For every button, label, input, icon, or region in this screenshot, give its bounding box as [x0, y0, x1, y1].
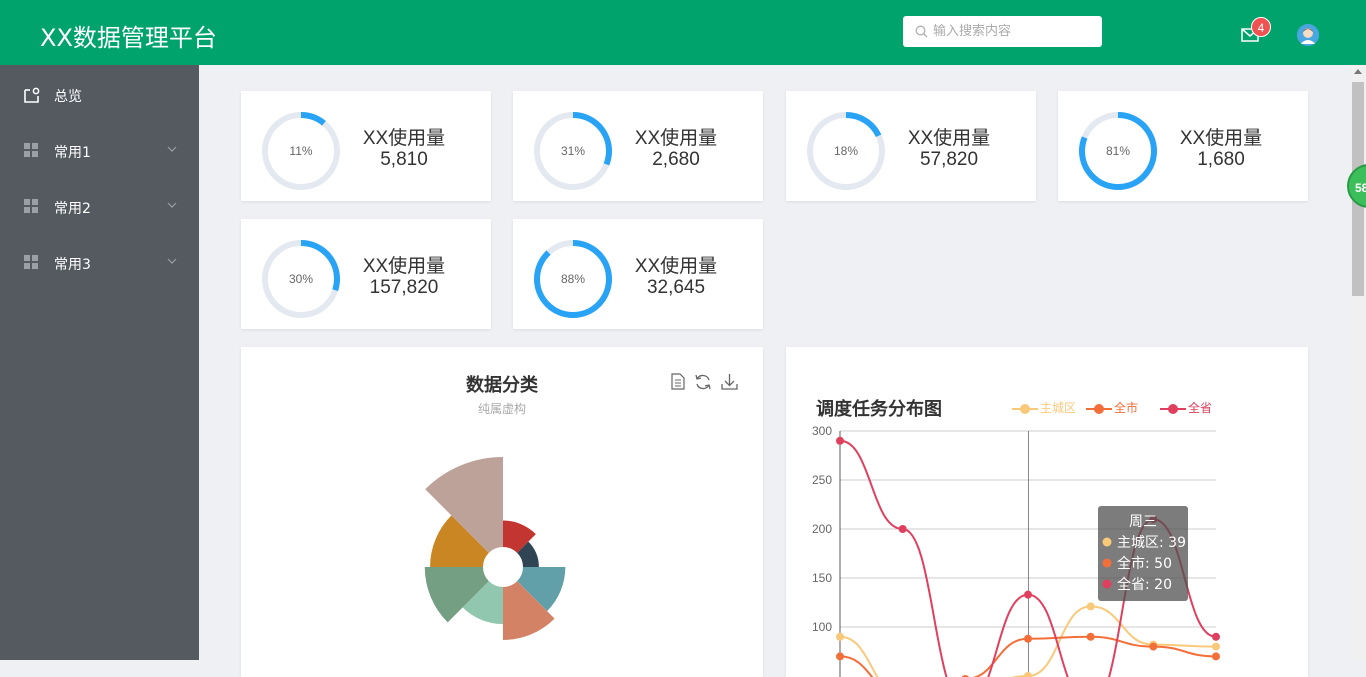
- notification-badge: 4: [1251, 17, 1271, 37]
- stat-card: 88% XX使用量 32,645: [513, 219, 763, 329]
- stat-title: XX使用量: [362, 256, 446, 277]
- stat-value: 5,810: [380, 149, 428, 170]
- search-box[interactable]: [903, 16, 1102, 47]
- y-tick-label: 100: [812, 620, 832, 634]
- rose-pie-chart: [424, 457, 566, 640]
- stat-value: 32,645: [646, 277, 706, 298]
- top-header: XX数据管理平台 4: [0, 0, 1366, 65]
- sidebar-item-common2[interactable]: 常用2: [0, 178, 199, 234]
- percent-label: 31%: [560, 144, 586, 158]
- sidebar-item-common1[interactable]: 常用1: [0, 122, 199, 178]
- data-point[interactable]: [836, 652, 844, 661]
- sidebar-item-label: 常用2: [54, 201, 91, 217]
- stat-title: XX使用量: [634, 256, 718, 277]
- stat-title: XX使用量: [362, 128, 446, 149]
- y-tick-label: 250: [812, 473, 832, 487]
- chevron-down-icon: [167, 202, 177, 208]
- data-point[interactable]: [1149, 642, 1158, 651]
- percent-label: 88%: [560, 272, 586, 286]
- percent-label: 81%: [1105, 144, 1131, 158]
- tooltip-line: 全市: 50: [1117, 555, 1172, 572]
- stat-value: 1,680: [1197, 149, 1245, 170]
- stat-card: 30% XX使用量 157,820: [241, 219, 491, 329]
- data-point[interactable]: [1086, 632, 1095, 641]
- app-title: XX数据管理平台: [40, 24, 217, 52]
- user-avatar-icon: [1297, 24, 1319, 46]
- dispatch-task-panel: 调度任务分布图 主城区 全市 全省 100 150 200 250 300 周三 主城区: 39…: [786, 347, 1308, 677]
- y-tick-label: 150: [812, 571, 832, 585]
- main-content: 11% XX使用量 5,810 31% XX使用量 2,680 18% XX使用…: [199, 65, 1355, 677]
- data-point[interactable]: [1024, 672, 1032, 677]
- sidebar-item-label: 常用1: [54, 145, 91, 161]
- grid-icon: [24, 255, 38, 269]
- data-point[interactable]: [1212, 632, 1220, 641]
- stat-value: 57,820: [919, 149, 979, 170]
- data-category-panel: 数据分类 纯属虚构: [241, 347, 763, 677]
- stat-card: 31% XX使用量 2,680: [513, 91, 763, 201]
- stat-card: 11% XX使用量 5,810: [241, 91, 491, 201]
- stat-title: XX使用量: [907, 128, 991, 149]
- avatar[interactable]: [1297, 24, 1319, 46]
- y-tick-label: 200: [812, 522, 832, 536]
- data-point[interactable]: [1212, 642, 1220, 651]
- sidebar-item-overview[interactable]: 总览: [0, 66, 199, 122]
- sidebar-item-common3[interactable]: 常用3: [0, 234, 199, 290]
- grid-icon: [24, 143, 38, 157]
- percent-label: 11%: [289, 144, 313, 158]
- search-input[interactable]: [933, 16, 1098, 47]
- stat-card: 81% XX使用量 1,680: [1058, 91, 1308, 201]
- chevron-down-icon: [167, 146, 177, 152]
- data-point[interactable]: [836, 436, 844, 445]
- chevron-down-icon: [167, 258, 177, 264]
- search-icon: [915, 25, 928, 38]
- chart-tooltip: 周三主城区: 39 全市: 50 全省: 20: [1098, 506, 1188, 601]
- tooltip-line: 全省: 20: [1117, 576, 1172, 593]
- data-point[interactable]: [1024, 590, 1032, 599]
- sidebar-item-label: 常用3: [54, 257, 91, 273]
- data-point[interactable]: [1024, 634, 1032, 643]
- grid-icon: [24, 199, 38, 213]
- data-point[interactable]: [898, 525, 907, 533]
- y-tick-label: 300: [812, 424, 832, 438]
- data-point[interactable]: [1212, 652, 1220, 661]
- overview-icon: [24, 87, 40, 103]
- tooltip-line: 主城区: 39: [1117, 535, 1186, 551]
- line-chart: 100 150 200 250 300 周三主城区: 39 全市: 50 全省: 20: [812, 424, 1220, 677]
- stat-title: XX使用量: [1179, 128, 1263, 149]
- scroll-up-arrow[interactable]: [1354, 69, 1362, 74]
- sidebar-item-label: 总览: [54, 89, 82, 105]
- stat-value: 2,680: [652, 149, 700, 170]
- stat-title: XX使用量: [634, 128, 718, 149]
- data-point[interactable]: [1086, 602, 1095, 611]
- stat-value: 157,820: [369, 277, 439, 298]
- percent-label: 18%: [833, 144, 859, 158]
- stat-card: 18% XX使用量 57,820: [786, 91, 1036, 201]
- percent-label: 30%: [288, 272, 314, 286]
- sidebar: 总览 常用1 常用2 常用3: [0, 65, 199, 660]
- tooltip-title: 周三: [1129, 514, 1157, 530]
- data-point[interactable]: [836, 632, 844, 641]
